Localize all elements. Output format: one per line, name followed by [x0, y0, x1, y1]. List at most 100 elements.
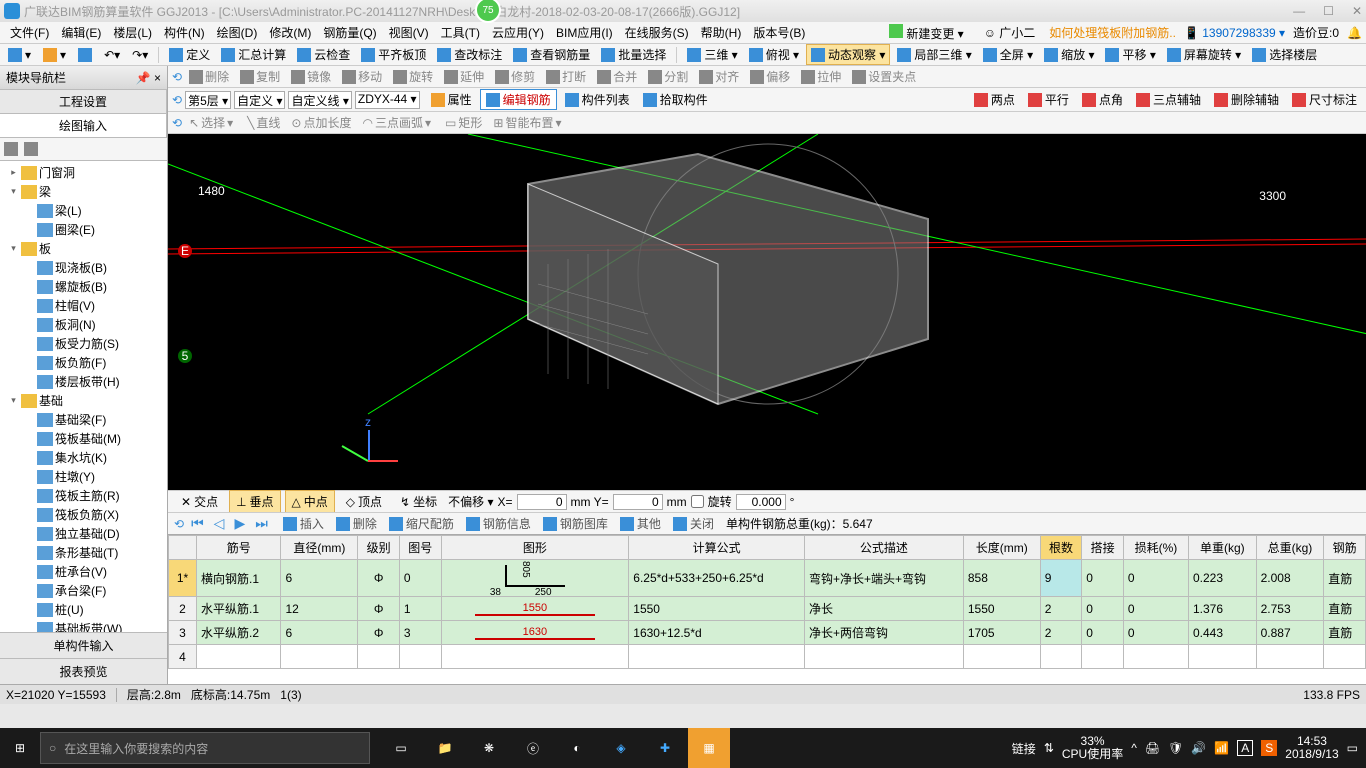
task-view-icon[interactable]: ▭ — [380, 728, 422, 768]
tab-single-component[interactable]: 单构件输入 — [0, 632, 167, 658]
edit-button[interactable]: 分割 — [644, 67, 692, 86]
rebar-button[interactable]: 缩尺配筋 — [385, 514, 458, 533]
view-button[interactable]: 三维 ▾ — [683, 44, 741, 65]
rebar-button[interactable]: 删除 — [332, 514, 381, 533]
menu-item[interactable]: 文件(F) — [4, 22, 55, 43]
pick-component-button[interactable]: 拾取构件 — [638, 90, 713, 109]
line-button[interactable]: ╲ 直线 — [243, 113, 284, 132]
app-icon-5[interactable]: ✚ — [644, 728, 686, 768]
rebar-button[interactable]: 关闭 — [669, 514, 718, 533]
tree-node[interactable]: 板受力筋(S) — [2, 334, 165, 353]
edit-button[interactable]: 打断 — [542, 67, 590, 86]
menu-item[interactable]: 绘图(D) — [211, 22, 264, 43]
snap-mid[interactable]: △ 中点 — [285, 490, 335, 513]
tray-up-icon[interactable]: ^ — [1131, 741, 1137, 755]
notification-badge[interactable]: 75 — [475, 0, 501, 23]
rebar-button[interactable]: 钢筋信息 — [462, 514, 535, 533]
view-button[interactable]: 平移 ▾ — [1101, 44, 1159, 65]
edit-button[interactable]: 延伸 — [440, 67, 488, 86]
nav-first[interactable]: ⏮ — [188, 515, 207, 532]
viewport-3d[interactable]: 1480 3300 E 5 z — [168, 134, 1366, 490]
rotate-input[interactable] — [736, 494, 786, 510]
menu-item[interactable]: 在线服务(S) — [619, 22, 695, 43]
new-button[interactable]: ▾ — [4, 47, 35, 63]
component-tree[interactable]: ▸门窗洞▾梁梁(L)圈梁(E)▾板现浇板(B)螺旋板(B)柱帽(V)板洞(N)板… — [0, 161, 167, 632]
column-header[interactable]: 直径(mm) — [281, 536, 358, 560]
column-header[interactable]: 长度(mm) — [963, 536, 1040, 560]
rebar-grid[interactable]: 筋号直径(mm)级别图号图形计算公式公式描述长度(mm)根数搭接损耗(%)单重(… — [168, 534, 1366, 684]
tree-node[interactable]: 桩(U) — [2, 600, 165, 619]
arc-button[interactable]: ◠ 三点画弧 ▾ — [359, 113, 436, 132]
column-header[interactable]: 级别 — [358, 536, 400, 560]
tree-node[interactable]: 集水坑(K) — [2, 448, 165, 467]
action-center-icon[interactable]: ▭ — [1347, 741, 1358, 755]
toolbar-button[interactable]: 查改标注 — [433, 45, 506, 64]
aux-button[interactable]: 删除辅轴 — [1209, 90, 1284, 109]
snap-vertex[interactable]: ◇ 顶点 — [339, 490, 389, 513]
edit-button[interactable]: 复制 — [236, 67, 284, 86]
app-icon-1[interactable]: 📁 — [424, 728, 466, 768]
tray-volume-icon[interactable]: 🔊 — [1191, 741, 1206, 755]
new-change-button[interactable]: 新建变更 ▾ — [883, 22, 970, 44]
aux-button[interactable]: 尺寸标注 — [1287, 90, 1362, 109]
rect-button[interactable]: ▭ 矩形 — [441, 113, 486, 132]
point-length-button[interactable]: ⊙ 点加长度 — [287, 113, 355, 132]
column-header[interactable]: 计算公式 — [629, 536, 805, 560]
edit-button[interactable]: 删除 — [185, 67, 233, 86]
tree-node[interactable]: 筏板基础(M) — [2, 429, 165, 448]
toolbar-button[interactable]: 定义 — [165, 45, 214, 64]
table-row[interactable]: 2水平纵筋.112Φ115501550净长15502001.3762.753直筋 — [169, 597, 1366, 621]
tree-node[interactable]: 现浇板(B) — [2, 258, 165, 277]
component-list-button[interactable]: 构件列表 — [560, 90, 635, 109]
nav-next[interactable]: ▶ — [231, 515, 248, 532]
bell-icon[interactable]: 🔔 — [1347, 26, 1362, 40]
tree-collapse-icon[interactable] — [24, 142, 38, 156]
tree-node[interactable]: 桩承台(V) — [2, 562, 165, 581]
tray-network-icon[interactable]: 📶 — [1214, 741, 1229, 755]
column-header[interactable]: 公式描述 — [805, 536, 964, 560]
app-icon-6[interactable]: ▦ — [688, 728, 730, 768]
tray-ime-s[interactable]: S — [1261, 740, 1277, 756]
tray-shield-icon[interactable]: 🛡 — [1168, 741, 1183, 755]
column-header[interactable]: 钢筋 — [1324, 536, 1366, 560]
properties-button[interactable]: 属性 — [426, 90, 477, 109]
edit-button[interactable]: 设置夹点 — [848, 67, 920, 86]
view-button[interactable]: 动态观察 ▾ — [806, 44, 890, 65]
start-button[interactable]: ⊞ — [0, 728, 40, 768]
tree-node[interactable]: ▾基础 — [2, 391, 165, 410]
edit-button[interactable]: 合并 — [593, 67, 641, 86]
column-header[interactable]: 总重(kg) — [1256, 536, 1324, 560]
menu-item[interactable]: 钢筋量(Q) — [317, 22, 382, 43]
edit-button[interactable]: 镜像 — [287, 67, 335, 86]
nav-last[interactable]: ⏭ — [252, 515, 271, 532]
toolbar-button[interactable]: 平齐板顶 — [357, 45, 430, 64]
aux-button[interactable]: 三点辅轴 — [1131, 90, 1206, 109]
toolbar-button[interactable]: 查看钢筋量 — [509, 45, 594, 64]
column-header[interactable]: 搭接 — [1082, 536, 1124, 560]
nav-prev[interactable]: ◁ — [211, 515, 228, 532]
tree-node[interactable]: ▸门窗洞 — [2, 163, 165, 182]
tree-node[interactable]: 螺旋板(B) — [2, 277, 165, 296]
tree-node[interactable]: 楼层板带(H) — [2, 372, 165, 391]
snap-perp[interactable]: ⊥ 垂点 — [229, 490, 280, 513]
menu-item[interactable]: 楼层(L) — [107, 22, 158, 43]
menu-item[interactable]: 云应用(Y) — [486, 22, 550, 43]
tree-node[interactable]: 柱帽(V) — [2, 296, 165, 315]
tree-node[interactable]: 梁(L) — [2, 201, 165, 220]
view-button[interactable]: 局部三维 ▾ — [893, 44, 975, 65]
menu-item[interactable]: 修改(M) — [263, 22, 317, 43]
toolbar-button[interactable]: 汇总计算 — [217, 45, 290, 64]
save-button[interactable] — [74, 47, 96, 63]
table-row[interactable]: 1*横向钢筋.16Φ0805382506.25*d+533+250+6.25*d… — [169, 560, 1366, 597]
maximize-button[interactable]: ☐ — [1323, 4, 1334, 18]
floor-select[interactable]: 第5层 ▾ — [185, 91, 231, 109]
tree-node[interactable]: ▾板 — [2, 239, 165, 258]
link-label[interactable]: 链接 — [1012, 740, 1036, 757]
search-box[interactable]: ○在这里输入你要搜索的内容 — [40, 732, 370, 764]
minimize-button[interactable]: — — [1293, 4, 1305, 18]
redo-button[interactable]: ↷▾ — [128, 47, 152, 63]
edit-button[interactable]: 修剪 — [491, 67, 539, 86]
tree-node[interactable]: 基础板带(W) — [2, 619, 165, 632]
view-button[interactable]: 缩放 ▾ — [1040, 44, 1098, 65]
undo-button[interactable]: ↶▾ — [100, 47, 124, 63]
